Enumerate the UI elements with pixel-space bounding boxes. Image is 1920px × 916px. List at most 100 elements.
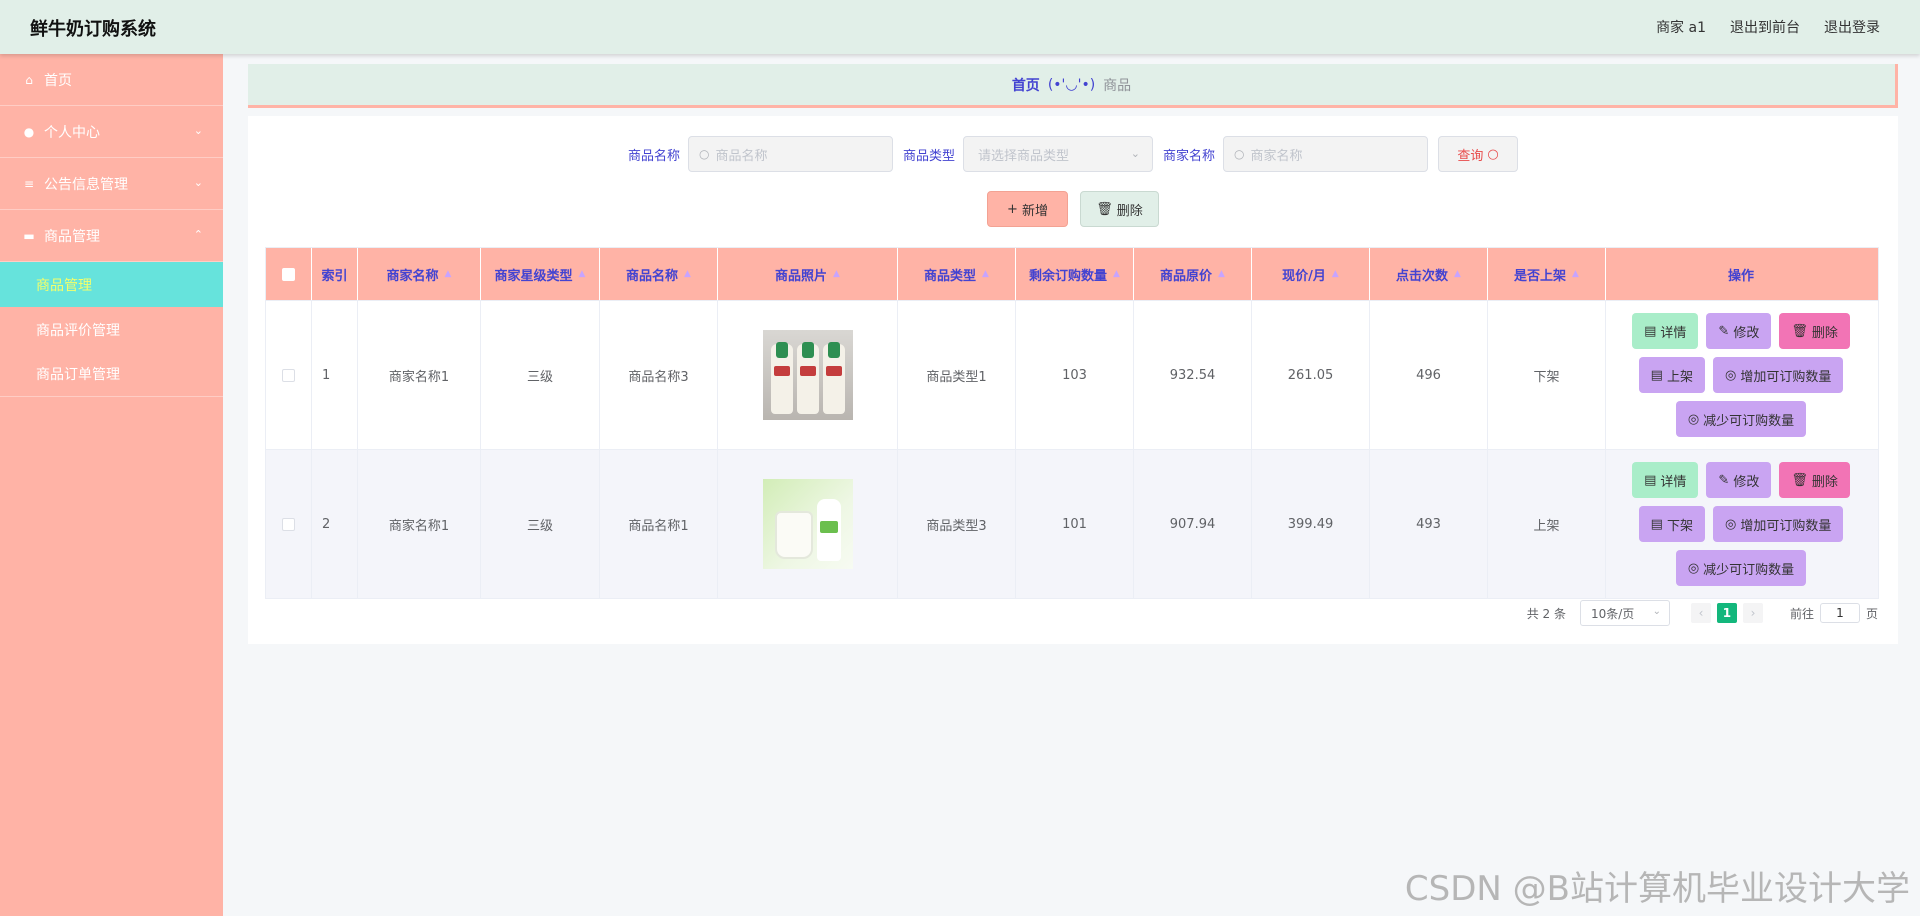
logout-link[interactable]: 退出登录 (1824, 17, 1880, 37)
sort-icon: ▲ (1454, 269, 1461, 279)
column-header[interactable]: 是否上架 ▲ (1488, 248, 1606, 300)
page-suffix: 页 (1865, 606, 1878, 621)
search-icon: ○ (698, 147, 710, 161)
detail-button[interactable]: ▤ 详情 (1632, 462, 1699, 498)
status-cell: 上架 (1488, 450, 1606, 598)
document-icon: ▤ (1644, 323, 1657, 339)
trash-icon: 🗑 (1096, 201, 1113, 217)
toggle-shelf-button[interactable]: ▤ 上架 (1638, 357, 1705, 393)
prev-page-button[interactable]: ‹ (1690, 603, 1711, 623)
column-header: 操作 (1727, 268, 1754, 284)
top-right-links: 商家 a1 退出到前台 退出登录 (1656, 17, 1880, 37)
goods-type-label: 商品类型 (902, 148, 955, 164)
ops-group: ▤ 详情 ✎ 修改 🗑 删除 ▤ 下架 ◎ 增加可订购数量 ◎ 减少可订购数量 (1632, 462, 1850, 586)
goods-photo[interactable] (762, 330, 853, 420)
delete-button[interactable]: 🗑 删除 (1779, 313, 1850, 349)
column-header[interactable]: 商家名称 ▲ (358, 248, 481, 300)
milk-bottle-shape (816, 499, 841, 561)
column-header[interactable]: 现价/月 ▲ (1252, 248, 1370, 300)
query-label: 查询 (1457, 148, 1484, 164)
detail-button[interactable]: ▤ 详情 (1632, 313, 1699, 349)
to-front-link[interactable]: 退出到前台 (1730, 17, 1800, 37)
merchant-name-input[interactable]: ○ 商家名称 (1223, 136, 1429, 172)
sidebar-item-notice[interactable]: ≡ 公告信息管理 ⌄ (0, 158, 223, 210)
sidebar-item-personal[interactable]: ● 个人中心 ⌄ (0, 106, 223, 158)
goods-type-cell: 商品类型3 (898, 450, 1016, 598)
table-row: 1 商家名称1 三级 商品名称3 商品类型1 103 932.54 261.05… (266, 300, 1878, 449)
sort-icon: ▲ (1572, 269, 1579, 279)
total-count: 共 2 条 (1526, 606, 1566, 621)
app-title: 鲜牛奶订购系统 (30, 19, 156, 40)
page-size-value: 10条/页 (1590, 606, 1635, 621)
add-button[interactable]: + 新增 (987, 191, 1068, 227)
index-cell: 2 (312, 450, 358, 598)
goods-name-placeholder: 商品名称 (715, 148, 768, 164)
decrease-qty-button[interactable]: ◎ 减少可订购数量 (1675, 550, 1807, 586)
toggle-shelf-button[interactable]: ▤ 下架 (1638, 506, 1705, 542)
remain-cell: 103 (1016, 301, 1134, 449)
increase-qty-button[interactable]: ◎ 增加可订购数量 (1712, 357, 1844, 393)
row-checkbox[interactable] (282, 368, 295, 382)
column-header[interactable]: 商品类型 ▲ (898, 248, 1016, 300)
next-page-button[interactable]: › (1742, 603, 1763, 623)
column-header[interactable]: 点击次数 ▲ (1370, 248, 1488, 300)
trash-icon: 🗑 (1791, 323, 1808, 339)
page-number[interactable]: 1 (1716, 603, 1737, 623)
breadcrumb-separator: (•'◡'•) (1047, 76, 1096, 93)
goods-name-input[interactable]: ○ 商品名称 (687, 136, 893, 172)
sort-icon: ▲ (1218, 269, 1225, 279)
list-icon: ≡ (23, 176, 35, 191)
document-icon: ▤ (1650, 367, 1663, 383)
select-all-checkbox[interactable] (282, 267, 295, 281)
shop-icon: ▬ (23, 228, 35, 243)
milk-bottle-shape (770, 342, 793, 414)
sidebar-subitem-label: 商品评价管理 (36, 322, 120, 339)
edit-button[interactable]: ✎ 修改 (1706, 313, 1772, 349)
merchant-name-placeholder: 商家名称 (1250, 148, 1303, 164)
document-icon: ▤ (1644, 472, 1657, 488)
trash-icon: 🗑 (1791, 472, 1808, 488)
row-checkbox[interactable] (282, 517, 295, 531)
increase-qty-button[interactable]: ◎ 增加可订购数量 (1712, 506, 1844, 542)
breadcrumb-home[interactable]: 首页 (1012, 75, 1040, 95)
sidebar-subitem-label: 商品订单管理 (36, 367, 120, 383)
sidebar-subitem-goods-manage[interactable]: 商品管理 (0, 262, 223, 307)
sort-icon: ▲ (982, 269, 989, 279)
column-header[interactable]: 剩余订购数量 ▲ (1016, 248, 1134, 300)
column-header[interactable]: 商家星级类型 ▲ (481, 248, 600, 300)
ops-cell: ▤ 详情 ✎ 修改 🗑 删除 ▤ 下架 ◎ 增加可订购数量 ◎ 减少可订购数量 (1606, 450, 1876, 598)
table-row: 2 商家名称1 三级 商品名称1 商品类型3 101 907.94 399.49… (266, 449, 1878, 598)
goods-photo[interactable] (762, 479, 853, 569)
original-price-cell: 907.94 (1134, 450, 1252, 598)
sidebar-subitem-goods-review[interactable]: 商品评价管理 (0, 307, 223, 352)
sidebar-item-home[interactable]: ⌂ 首页 (0, 54, 223, 106)
goto-page-input[interactable]: 1 (1819, 603, 1860, 623)
goods-table: 索引 商家名称 ▲ 商家星级类型 ▲ 商品名称 ▲ 商品照片 ▲ 商品类型 ▲ 剩余订购数… (265, 247, 1879, 599)
current-price-cell: 261.05 (1252, 301, 1370, 449)
current-price-cell: 399.49 (1252, 450, 1370, 598)
page-size-select[interactable]: 10条/页 ⌄ (1579, 600, 1670, 626)
column-header[interactable]: 商品原价 ▲ (1134, 248, 1252, 300)
add-label: 新增 (1021, 203, 1048, 219)
decrease-qty-button[interactable]: ◎ 减少可订购数量 (1675, 401, 1807, 437)
query-button[interactable]: 查询 ○ (1438, 136, 1519, 172)
column-header[interactable]: 商品照片 ▲ (718, 248, 898, 300)
sort-icon: ▲ (684, 269, 691, 279)
sidebar-item-goods[interactable]: ▬ 商品管理 ⌃ (0, 210, 223, 262)
goods-name-label: 商品名称 (627, 148, 680, 164)
delete-button[interactable]: 🗑 删除 (1779, 462, 1850, 498)
sidebar-subitem-goods-order[interactable]: 商品订单管理 (0, 352, 223, 397)
current-user[interactable]: 商家 a1 (1656, 17, 1706, 37)
batch-delete-button[interactable]: 🗑 删除 (1080, 191, 1159, 227)
home-icon: ⌂ (25, 72, 33, 87)
status-cell: 下架 (1488, 301, 1606, 449)
goods-photo-cell (718, 450, 898, 598)
edit-button[interactable]: ✎ 修改 (1706, 462, 1772, 498)
goods-type-select[interactable]: 请选择商品类型 ⌄ (963, 136, 1153, 172)
sidebar-item-label: 首页 (44, 72, 72, 89)
column-header[interactable]: 商品名称 ▲ (600, 248, 718, 300)
remain-cell: 101 (1016, 450, 1134, 598)
sidebar-item-label: 商品管理 (44, 228, 100, 245)
column-header: 索引 (312, 248, 358, 300)
sort-icon: ▲ (444, 269, 452, 279)
